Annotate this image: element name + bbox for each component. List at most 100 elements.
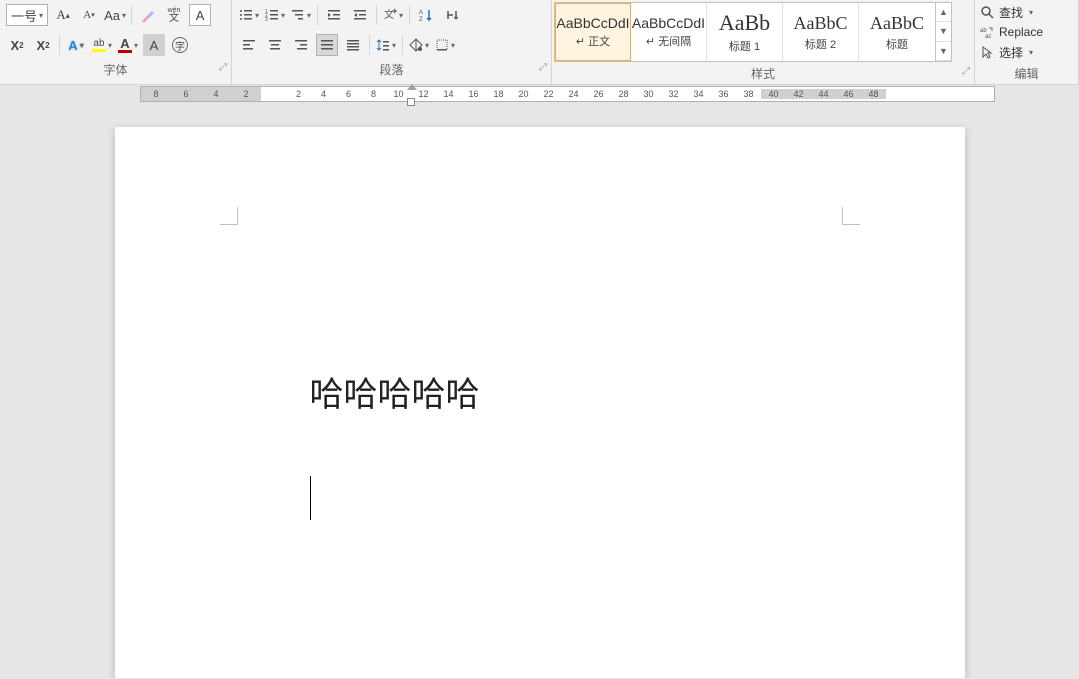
paragraph-group: ▾ 123▾ ▾ (232, 0, 552, 84)
font-color-button[interactable]: A▾ (117, 34, 139, 56)
separator (409, 5, 410, 25)
styles-group: AaBbCcDdI ↵ 正文 AaBbCcDdI ↵ 无间隔 AaBb 标题 1… (552, 0, 975, 84)
character-border-button[interactable]: A (189, 4, 211, 26)
subscript-button[interactable]: X2 (6, 34, 28, 56)
style-preview: AaBbC (870, 13, 924, 34)
paragraph-section-label: 段落 ⤢ (232, 60, 551, 80)
style-preview: AaBbC (794, 13, 848, 34)
styles-scrollbar: ▲ ▼ ▼ (935, 3, 951, 61)
replace-icon: abac (979, 25, 995, 39)
ruler-tick: 28 (611, 89, 636, 99)
styles-section-label: 样式 ⤢ (552, 64, 974, 84)
paragraph-dialog-launcher[interactable]: ⤢ (539, 58, 547, 78)
separator (369, 35, 370, 55)
cursor-icon (979, 45, 995, 59)
separator (402, 35, 403, 55)
ruler-tick: 48 (861, 89, 886, 99)
ruler-tick: 20 (511, 89, 536, 99)
ruler-tick: 22 (536, 89, 561, 99)
ruler-tick: 40 (761, 89, 786, 99)
ruler-tick: 24 (561, 89, 586, 99)
replace-button[interactable]: abac Replace (979, 22, 1074, 42)
document-text[interactable]: 哈哈哈哈哈 (310, 367, 850, 416)
styles-dialog-launcher[interactable]: ⤢ (962, 62, 970, 82)
svg-text:A: A (419, 10, 423, 16)
align-right-button[interactable] (290, 34, 312, 56)
styles-gallery: AaBbCcDdI ↵ 正文 AaBbCcDdI ↵ 无间隔 AaBb 标题 1… (554, 2, 952, 62)
show-marks-button[interactable] (441, 4, 463, 26)
bullets-button[interactable]: ▾ (238, 4, 260, 26)
margin-corner-tl (220, 207, 238, 225)
style-name: 标题 1 (729, 38, 760, 54)
style-heading-2[interactable]: AaBbC 标题 2 (783, 3, 859, 61)
ribbon: 一号 ▾ A▴ A▾ Aa▾ wén文 A X2 (0, 0, 1079, 85)
ruler-tick: 6 (171, 89, 201, 99)
first-line-indent-marker[interactable] (407, 84, 417, 90)
phonetic-guide-button[interactable]: wén文 (163, 4, 185, 26)
style-heading-1[interactable]: AaBb 标题 1 (707, 3, 783, 61)
ruler-tick: 14 (436, 89, 461, 99)
ruler-tick: 4 (311, 89, 336, 99)
align-distributed-button[interactable] (342, 34, 364, 56)
chevron-down-icon: ▾ (39, 11, 43, 20)
numbering-button[interactable]: 123▾ (264, 4, 286, 26)
svg-text:ac: ac (985, 34, 991, 39)
highlight-color-button[interactable]: ab▾ (91, 34, 113, 56)
ruler-body: 2 4 6 8 10 12 14 16 18 20 22 24 26 28 30… (261, 87, 994, 101)
ruler-tick: 34 (686, 89, 711, 99)
font-section-label: 字体 ⤢ (0, 60, 231, 80)
ruler-left-margin: 8 6 4 2 (141, 87, 261, 101)
chevron-down-icon: ▾ (1029, 48, 1033, 57)
shading-button[interactable]: ▾ (408, 34, 430, 56)
font-size-combo[interactable]: 一号 ▾ (6, 4, 48, 26)
ruler-tick: 2 (286, 89, 311, 99)
align-left-button[interactable] (238, 34, 260, 56)
search-icon (979, 5, 995, 19)
style-preview: AaBb (719, 10, 770, 36)
separator (131, 5, 132, 25)
clear-formatting-button[interactable] (137, 4, 159, 26)
editing-group: 查找 ▾ abac Replace 选择 ▾ 编 (975, 0, 1079, 84)
style-normal[interactable]: AaBbCcDdI ↵ 正文 (555, 3, 631, 61)
style-name: 标题 2 (805, 36, 836, 52)
style-no-spacing[interactable]: AaBbCcDdI ↵ 无间隔 (631, 3, 707, 61)
ruler-tick: 30 (636, 89, 661, 99)
change-case-button[interactable]: Aa▾ (104, 4, 126, 26)
character-shading-button[interactable]: A (143, 34, 165, 56)
increase-font-button[interactable]: A▴ (52, 4, 74, 26)
document-page[interactable]: 哈哈哈哈哈 (115, 127, 965, 678)
style-preview: AaBbCcDdI (556, 15, 629, 31)
ruler-tick: 8 (141, 89, 171, 99)
sort-button[interactable]: AZ (415, 4, 437, 26)
enclose-characters-button[interactable]: 字 (169, 34, 191, 56)
select-button[interactable]: 选择 ▾ (979, 42, 1074, 62)
decrease-font-button[interactable]: A▾ (78, 4, 100, 26)
find-button[interactable]: 查找 ▾ (979, 2, 1074, 22)
ruler-tick: 32 (661, 89, 686, 99)
styles-expand-icon[interactable]: ▼ (936, 42, 951, 61)
font-dialog-launcher[interactable]: ⤢ (219, 58, 227, 78)
asian-layout-button[interactable]: 文▾ (382, 4, 404, 26)
horizontal-ruler[interactable]: 8 6 4 2 2 4 6 8 10 12 14 16 18 20 22 24 … (140, 86, 995, 102)
styles-scroll-down-icon[interactable]: ▼ (936, 22, 951, 41)
ruler-tick: 8 (361, 89, 386, 99)
document-area: 哈哈哈哈哈 (0, 103, 1079, 678)
svg-text:文: 文 (384, 8, 394, 21)
style-title[interactable]: AaBbC 标题 (859, 3, 935, 61)
select-label: 选择 (999, 44, 1023, 61)
font-size-value: 一号 (11, 6, 37, 25)
separator (59, 35, 60, 55)
align-center-button[interactable] (264, 34, 286, 56)
decrease-indent-button[interactable] (323, 4, 345, 26)
hanging-indent-marker[interactable] (407, 98, 415, 106)
font-group: 一号 ▾ A▴ A▾ Aa▾ wén文 A X2 (0, 0, 232, 84)
increase-indent-button[interactable] (349, 4, 371, 26)
borders-button[interactable]: ▾ (434, 34, 456, 56)
multilevel-list-button[interactable]: ▾ (290, 4, 312, 26)
superscript-button[interactable]: X2 (32, 34, 54, 56)
styles-scroll-up-icon[interactable]: ▲ (936, 3, 951, 22)
line-spacing-button[interactable]: ▾ (375, 34, 397, 56)
replace-label: Replace (999, 25, 1043, 39)
align-justify-button[interactable] (316, 34, 338, 56)
text-effects-button[interactable]: A▾ (65, 34, 87, 56)
